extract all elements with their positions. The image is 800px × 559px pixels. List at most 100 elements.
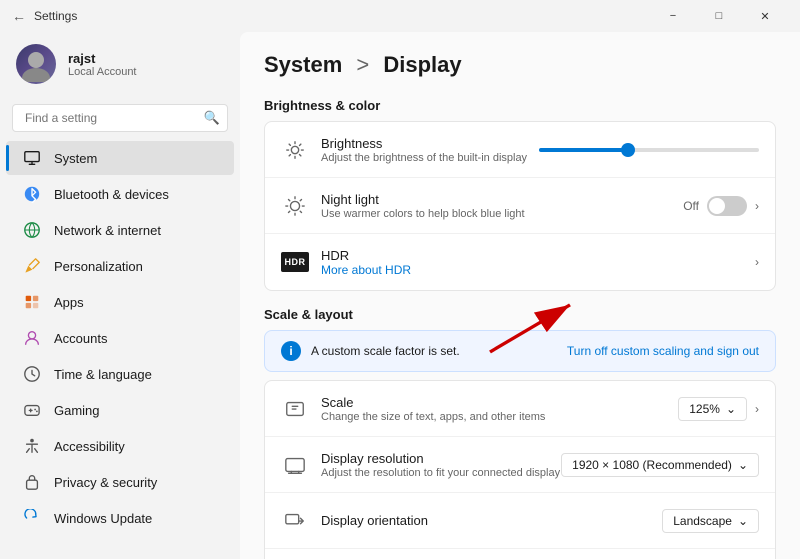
night-light-row: Night light Use warmer colors to help bl… xyxy=(265,178,775,234)
sidebar-item-network[interactable]: Network & internet xyxy=(6,213,234,247)
sidebar-item-apps[interactable]: Apps xyxy=(6,285,234,319)
privacy-icon xyxy=(22,472,42,492)
brightness-slider[interactable] xyxy=(539,148,759,152)
orientation-value: Landscape xyxy=(673,514,732,528)
sidebar-item-system[interactable]: System xyxy=(6,141,234,175)
maximize-button[interactable]: □ xyxy=(696,0,742,32)
scale-label: Scale xyxy=(321,395,678,410)
sidebar-item-accounts[interactable]: Accounts xyxy=(6,321,234,355)
sidebar-item-privacy[interactable]: Privacy & security xyxy=(6,465,234,499)
night-light-label: Night light xyxy=(321,192,683,207)
hdr-control: › xyxy=(755,255,759,269)
resolution-label: Display resolution xyxy=(321,451,561,466)
bluetooth-label: Bluetooth & devices xyxy=(54,187,169,202)
gaming-label: Gaming xyxy=(54,403,100,418)
breadcrumb-parent: System xyxy=(264,52,342,78)
brightness-desc: Adjust the brightness of the built-in di… xyxy=(321,152,539,164)
resolution-desc: Adjust the resolution to fit your connec… xyxy=(321,467,561,479)
scale-card: Scale Change the size of text, apps, and… xyxy=(264,380,776,559)
privacy-label: Privacy & security xyxy=(54,475,157,490)
night-light-text: Night light Use warmer colors to help bl… xyxy=(321,192,683,220)
breadcrumb-current: Display xyxy=(383,52,461,78)
brightness-control xyxy=(539,148,759,152)
accessibility-label: Accessibility xyxy=(54,439,125,454)
night-light-desc: Use warmer colors to help block blue lig… xyxy=(321,208,683,220)
brightness-card: Brightness Adjust the brightness of the … xyxy=(264,121,776,291)
user-info: rajst Local Account xyxy=(68,51,137,78)
night-light-toggle[interactable] xyxy=(707,196,747,216)
turn-off-scaling-button[interactable]: Turn off custom scaling and sign out xyxy=(567,344,759,358)
time-icon xyxy=(22,364,42,384)
scale-dropdown[interactable]: 125% ⌄ xyxy=(678,397,747,421)
scale-control: 125% ⌄ › xyxy=(678,397,759,421)
orientation-dropdown[interactable]: Landscape ⌄ xyxy=(662,509,759,533)
update-label: Windows Update xyxy=(54,511,152,526)
sidebar-item-bluetooth[interactable]: Bluetooth & devices xyxy=(6,177,234,211)
scale-chevron-down: ⌄ xyxy=(726,402,736,416)
orientation-icon xyxy=(281,507,309,535)
scale-text: Scale Change the size of text, apps, and… xyxy=(321,395,678,423)
resolution-value: 1920 × 1080 (Recommended) xyxy=(572,458,732,472)
resolution-dropdown[interactable]: 1920 × 1080 (Recommended) ⌄ xyxy=(561,453,759,477)
breadcrumb-separator: > xyxy=(350,52,375,78)
sidebar-item-personalization[interactable]: Personalization xyxy=(6,249,234,283)
hdr-chevron: › xyxy=(755,255,759,269)
apps-label: Apps xyxy=(54,295,84,310)
resolution-row: Display resolution Adjust the resolution… xyxy=(265,437,775,493)
back-icon[interactable]: ← xyxy=(12,8,26,24)
orientation-label: Display orientation xyxy=(321,513,662,528)
breadcrumb: System > Display xyxy=(264,52,776,78)
titlebar-title: Settings xyxy=(34,9,77,23)
apps-icon xyxy=(22,292,42,312)
sidebar-item-accessibility[interactable]: Accessibility xyxy=(6,429,234,463)
bluetooth-icon xyxy=(22,184,42,204)
minimize-button[interactable]: − xyxy=(650,0,696,32)
custom-scale-text: A custom scale factor is set. xyxy=(311,344,460,358)
accessibility-icon xyxy=(22,436,42,456)
titlebar: ← Settings − □ ✕ xyxy=(0,0,800,32)
titlebar-left: ← Settings xyxy=(12,8,77,24)
brightness-row: Brightness Adjust the brightness of the … xyxy=(265,122,775,178)
hdr-row: HDR HDR More about HDR › xyxy=(265,234,775,290)
network-icon xyxy=(22,220,42,240)
time-label: Time & language xyxy=(54,367,152,382)
avatar-inner xyxy=(16,44,56,84)
orientation-text: Display orientation xyxy=(321,513,662,528)
sidebar-item-time[interactable]: Time & language xyxy=(6,357,234,391)
scale-value: 125% xyxy=(689,402,720,416)
brightness-section-title: Brightness & color xyxy=(264,98,776,113)
brightness-icon xyxy=(281,136,309,164)
titlebar-controls: − □ ✕ xyxy=(650,0,788,32)
scale-desc: Change the size of text, apps, and other… xyxy=(321,411,678,423)
close-button[interactable]: ✕ xyxy=(742,0,788,32)
app-body: rajst Local Account 🔍 System xyxy=(0,32,800,559)
search-input[interactable] xyxy=(12,104,228,132)
brightness-label: Brightness xyxy=(321,136,539,151)
network-label: Network & internet xyxy=(54,223,161,238)
user-name: rajst xyxy=(68,51,137,66)
resolution-chevron-down: ⌄ xyxy=(738,458,748,472)
personalization-label: Personalization xyxy=(54,259,143,274)
hdr-badge: HDR xyxy=(281,252,309,272)
toggle-knob xyxy=(709,198,725,214)
hdr-link[interactable]: More about HDR xyxy=(321,263,755,277)
night-light-chevron: › xyxy=(755,199,759,213)
user-account-type: Local Account xyxy=(68,66,137,78)
orientation-row: Display orientation Landscape ⌄ xyxy=(265,493,775,549)
brightness-text: Brightness Adjust the brightness of the … xyxy=(321,136,539,164)
main-content: System > Display Brightness & color Brig… xyxy=(240,32,800,559)
resolution-icon xyxy=(281,451,309,479)
search-icon: 🔍 xyxy=(204,110,220,126)
sidebar-item-gaming[interactable]: Gaming xyxy=(6,393,234,427)
gaming-icon xyxy=(22,400,42,420)
search-bar: 🔍 xyxy=(12,104,228,132)
personalization-icon xyxy=(22,256,42,276)
sidebar-item-update[interactable]: Windows Update xyxy=(6,501,234,535)
resolution-control: 1920 × 1080 (Recommended) ⌄ xyxy=(561,453,759,477)
night-light-control: Off › xyxy=(683,196,759,216)
scale-chevron: › xyxy=(755,402,759,416)
orientation-chevron-down: ⌄ xyxy=(738,514,748,528)
custom-scale-left: i A custom scale factor is set. xyxy=(281,341,460,361)
system-icon xyxy=(22,148,42,168)
resolution-text: Display resolution Adjust the resolution… xyxy=(321,451,561,479)
